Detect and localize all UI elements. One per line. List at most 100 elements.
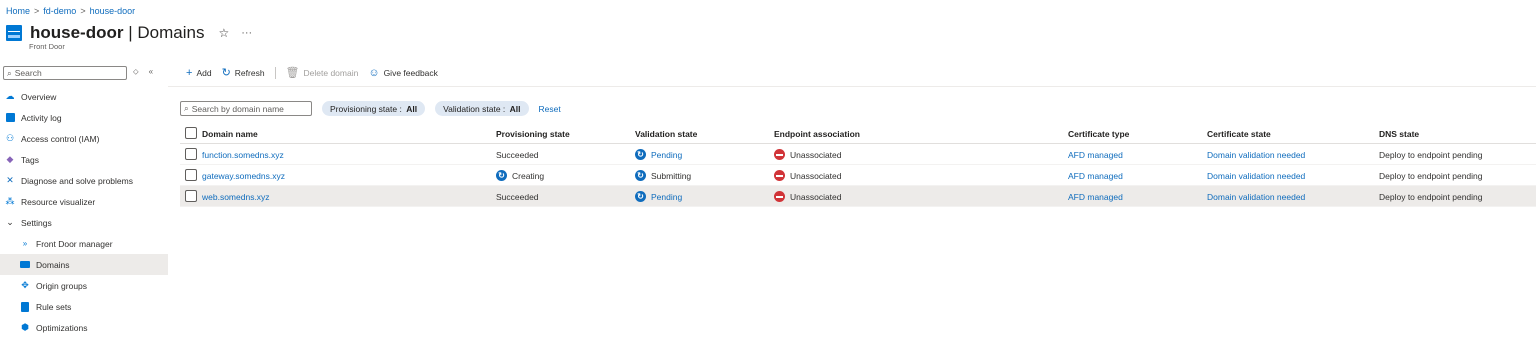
sidebar-item-rule-sets[interactable]: Rule sets	[0, 296, 168, 317]
column-header-provisioning[interactable]: Provisioning state	[496, 123, 570, 144]
refresh-button[interactable]: ↻ Refresh	[221, 66, 265, 79]
validation-filter-value: All	[509, 103, 521, 114]
refresh-label: Refresh	[234, 68, 265, 78]
breadcrumb: Home > fd-demo > house-door	[6, 6, 135, 16]
provisioning-filter-value: All	[406, 103, 418, 114]
validation-state-filter[interactable]: Validation state : All	[435, 101, 529, 116]
page-title: house-door | Domains	[30, 23, 204, 43]
domain-name-link[interactable]: function.somedns.xyz	[202, 144, 284, 165]
domain-name-link[interactable]: gateway.somedns.xyz	[202, 165, 285, 186]
select-all-checkbox[interactable]	[185, 127, 197, 139]
sidebar-item-tags[interactable]: ◆ Tags	[0, 149, 168, 170]
endpoint-association-text: Unassociated	[790, 191, 842, 202]
sidebar-item-optimizations[interactable]: ⬢ Optimizations	[0, 317, 168, 338]
page-header: house-door | Domains ☆ ···	[6, 23, 252, 43]
delete-label: Delete domain	[303, 68, 359, 78]
origin-icon: ✥	[21, 280, 29, 290]
breadcrumb-resource-group[interactable]: fd-demo	[43, 6, 76, 16]
dns-state: Deploy to endpoint pending	[1379, 191, 1483, 202]
more-options-icon[interactable]: ···	[241, 27, 252, 39]
table-row[interactable]: web.somedns.xyz Succeeded ↻ Pending Unas…	[180, 186, 1536, 207]
add-button[interactable]: + Add	[186, 67, 212, 79]
breadcrumb-resource[interactable]: house-door	[90, 6, 136, 16]
sidebar-item-access-control[interactable]: ⚇ Access control (IAM)	[0, 128, 168, 149]
domain-search-placeholder: Search by domain name	[191, 103, 284, 114]
toolbar-divider	[274, 67, 276, 79]
document-icon	[20, 301, 30, 312]
blade-name: Domains	[137, 23, 205, 42]
provisioning-state-filter[interactable]: Provisioning state : All	[322, 101, 426, 116]
wrench-icon: ✕	[6, 175, 14, 185]
sidebar-item-label: Overview	[21, 91, 57, 102]
dns-state: Deploy to endpoint pending	[1379, 149, 1483, 160]
sidebar-controls: ⬦ «	[133, 67, 153, 77]
certificate-type-link[interactable]: AFD managed	[1068, 165, 1123, 186]
tag-icon: ◆	[6, 154, 14, 164]
toolbar-divider-line	[168, 86, 1536, 87]
column-header-cert-type[interactable]: Certificate type	[1068, 123, 1129, 144]
sidebar-search-input[interactable]: ⌕ Search	[3, 66, 127, 80]
column-header-cert-state[interactable]: Certificate state	[1207, 123, 1271, 144]
page-subtitle: Front Door	[29, 42, 65, 51]
column-header-validation[interactable]: Validation state	[635, 123, 697, 144]
sidebar-item-label: Settings	[21, 217, 52, 228]
sidebar-item-resource-visualizer[interactable]: ⁂ Resource visualizer	[0, 191, 168, 212]
sidebar-section-settings[interactable]: ⌄ Settings	[0, 212, 168, 233]
collapse-sidebar-icon[interactable]: «	[149, 67, 153, 77]
trash-icon: 🗑	[285, 66, 300, 79]
nodes-icon: ⁂	[5, 196, 15, 206]
sidebar-item-front-door-manager[interactable]: » Front Door manager	[0, 233, 168, 254]
column-header-dns[interactable]: DNS state	[1379, 123, 1419, 144]
table-header-row: Domain name Provisioning state Validatio…	[180, 123, 1536, 144]
sync-icon: ↻	[635, 191, 646, 202]
validation-state-link[interactable]: Pending	[651, 150, 682, 160]
front-door-resource-icon	[6, 25, 22, 41]
sidebar-item-activity-log[interactable]: Activity log	[0, 107, 168, 128]
log-icon	[5, 113, 15, 123]
cloud-icon: ☁	[5, 91, 15, 101]
blocked-icon	[774, 191, 785, 202]
sidebar: ⌕ Search ⬦ « ☁ Overview Activity log ⚇ A…	[0, 63, 168, 350]
cube-icon: ⬢	[21, 322, 29, 332]
certificate-state-link[interactable]: Domain validation needed	[1207, 144, 1305, 165]
sidebar-item-origin-groups[interactable]: ✥ Origin groups	[0, 275, 168, 296]
column-header-endpoint[interactable]: Endpoint association	[774, 123, 860, 144]
row-checkbox[interactable]	[185, 190, 197, 202]
column-header-domain[interactable]: Domain name	[202, 123, 258, 144]
resource-name: house-door	[30, 23, 124, 42]
certificate-type-link[interactable]: AFD managed	[1068, 186, 1123, 207]
certificate-type-link[interactable]: AFD managed	[1068, 144, 1123, 165]
domain-name-link[interactable]: web.somedns.xyz	[202, 186, 270, 207]
sync-icon: ↻	[635, 149, 646, 160]
validation-state[interactable]: ↻ Pending	[635, 144, 682, 165]
endpoint-association-text: Unassociated	[790, 149, 842, 160]
expand-collapse-icon[interactable]: ⬦	[133, 67, 139, 77]
table-row[interactable]: function.somedns.xyz Succeeded ↻ Pending…	[180, 144, 1536, 165]
certificate-state-link[interactable]: Domain validation needed	[1207, 165, 1305, 186]
dns-state: Deploy to endpoint pending	[1379, 170, 1483, 181]
refresh-icon: ↻	[221, 66, 231, 79]
domains-table: Domain name Provisioning state Validatio…	[180, 123, 1536, 207]
command-bar: + Add ↻ Refresh 🗑 Delete domain ☺ Give f…	[186, 66, 448, 80]
sidebar-item-diagnose[interactable]: ✕ Diagnose and solve problems	[0, 170, 168, 191]
delete-domain-button[interactable]: 🗑 Delete domain	[285, 66, 359, 79]
title-separator: |	[123, 23, 138, 42]
breadcrumb-home[interactable]: Home	[6, 6, 30, 16]
table-row[interactable]: gateway.somedns.xyz ↻ Creating ↻ Submitt…	[180, 165, 1536, 186]
sidebar-item-domains[interactable]: Domains	[0, 254, 168, 275]
endpoint-association-text: Unassociated	[790, 170, 842, 181]
validation-state[interactable]: ↻ Pending	[635, 186, 682, 207]
domain-search-input[interactable]: ⌕ Search by domain name	[180, 101, 312, 116]
sidebar-item-label: Activity log	[21, 112, 62, 123]
validation-state-link[interactable]: Pending	[651, 192, 682, 202]
sidebar-item-overview[interactable]: ☁ Overview	[0, 86, 168, 107]
certificate-state-link[interactable]: Domain validation needed	[1207, 186, 1305, 207]
sidebar-item-label: Origin groups	[36, 280, 88, 291]
reset-filters-link[interactable]: Reset	[539, 104, 561, 114]
favorite-star-icon[interactable]: ☆	[218, 26, 229, 40]
row-checkbox[interactable]	[185, 169, 197, 181]
row-checkbox[interactable]	[185, 148, 197, 160]
blocked-icon	[774, 170, 785, 181]
people-icon: ⚇	[5, 133, 15, 143]
give-feedback-button[interactable]: ☺ Give feedback	[368, 67, 438, 79]
